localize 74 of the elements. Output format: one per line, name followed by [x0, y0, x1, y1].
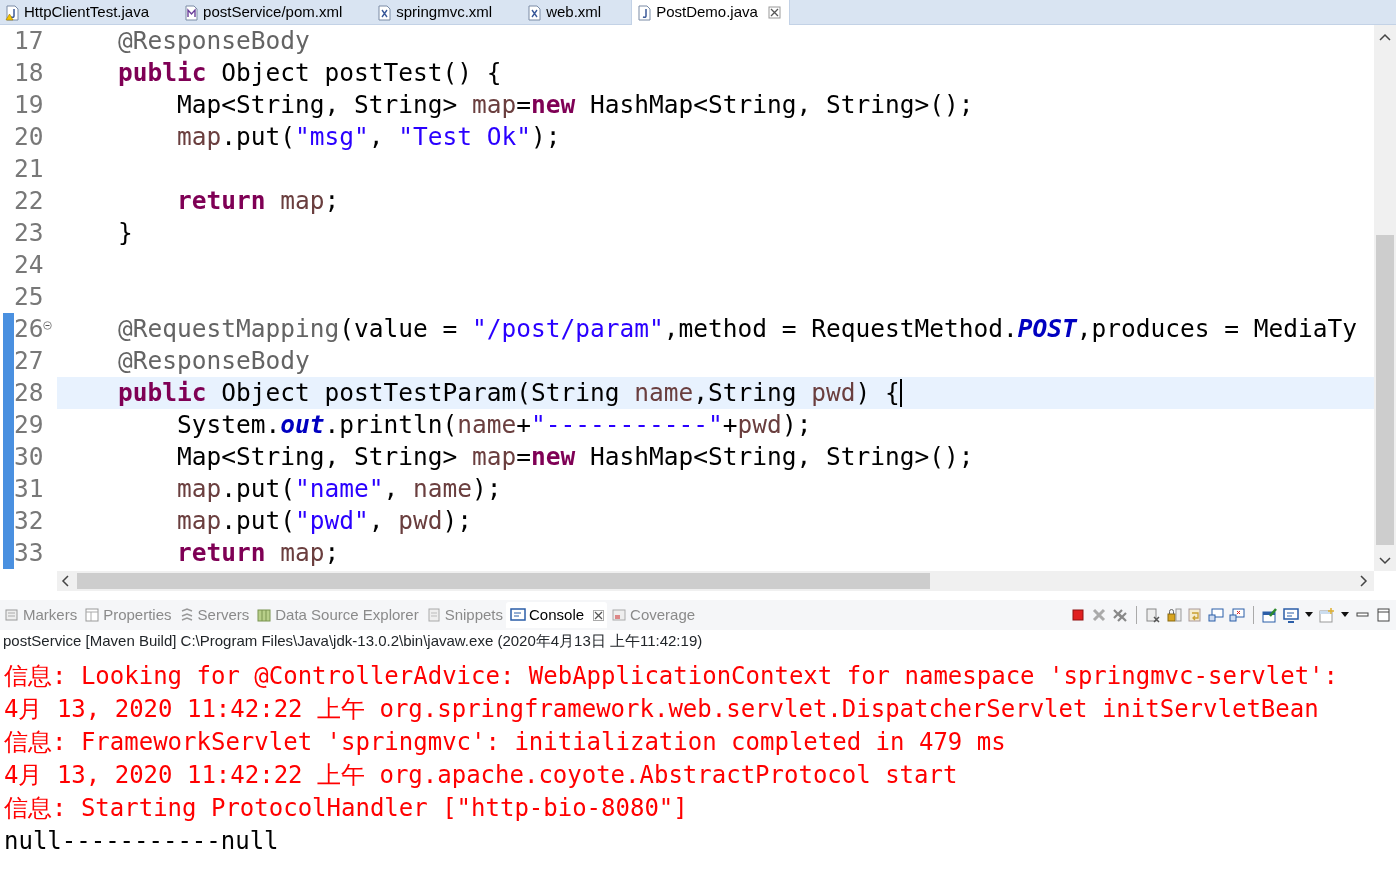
maximize-icon[interactable]: [1376, 607, 1392, 623]
line-number: 33: [14, 537, 44, 569]
scroll-up-icon[interactable]: [1379, 33, 1391, 41]
code-line: return map;: [176, 537, 340, 569]
scroll-down-icon[interactable]: [1379, 557, 1391, 565]
console-icon: [510, 607, 526, 623]
maven-file-icon: [184, 4, 200, 21]
remove-all-icon[interactable]: [1112, 607, 1128, 623]
terminate-icon[interactable]: [1070, 607, 1086, 623]
code-line: @RequestMapping(value = "/post/param",method = RequestMethod.POST,produces = MediaTy: [117, 313, 1358, 345]
console-line: 4月 13, 2020 11:42:22 上午 org.springframework.web.servlet.DispatcherServlet initServletBean: [4, 694, 1320, 725]
line-number: 17: [14, 25, 44, 57]
line-number: 22: [14, 185, 44, 217]
line-number: 18: [14, 57, 44, 89]
collapse-icon[interactable]: [43, 321, 52, 330]
scroll-left-icon[interactable]: [61, 575, 69, 587]
properties-icon: [84, 607, 101, 623]
console-line: 信息: Starting ProtocolHandler ["http-bio-8080"]: [4, 793, 689, 824]
console-line: 信息: FrameworkServlet 'springmvc': initialization completed in 479 ms: [4, 727, 1007, 758]
line-number: 29: [14, 409, 44, 441]
view-tab[interactable]: Console: [506, 602, 608, 628]
code-line: map.put("msg", "Test Ok");: [176, 121, 561, 153]
editor-tab[interactable]: web.xml: [522, 0, 632, 25]
line-number: 32: [14, 505, 44, 537]
code-line: Map<String, String> map=new HashMap<String, String>();: [176, 441, 974, 473]
console-line: 信息: Looking for @ControllerAdvice: WebApplicationContext for namespace 'springmvc-servlet':: [4, 661, 1339, 692]
editor-tab[interactable]: PostDemo.java: [631, 0, 790, 25]
code-line: }: [117, 217, 133, 249]
java-file-warning-icon: [5, 4, 20, 21]
text-cursor: [899, 379, 902, 407]
line-number: 25: [14, 281, 44, 313]
xml-file-icon: [527, 4, 543, 21]
coverage-icon: [611, 607, 628, 623]
code-line: return map;: [176, 185, 340, 217]
scroll-right-icon[interactable]: [1360, 575, 1368, 587]
code-line: Map<String, String> map=new HashMap<String, String>();: [176, 89, 974, 121]
line-number: 26: [14, 313, 44, 345]
code-line: map.put("pwd", pwd);: [176, 505, 473, 537]
java-file-icon: [637, 4, 653, 21]
markers-icon: [4, 607, 20, 623]
code-line: System.out.println(name+"-----------"+pwd);: [176, 409, 812, 441]
database-icon: [256, 607, 273, 623]
line-number: 27: [14, 345, 44, 377]
line-number: 31: [14, 473, 44, 505]
editor-tab[interactable]: HttpClientTest.java: [0, 0, 180, 25]
vertical-scrollbar[interactable]: [1374, 25, 1396, 571]
snippets-icon: [425, 607, 442, 623]
code-line: public Object postTest() {: [117, 57, 502, 89]
horizontal-scrollbar[interactable]: [57, 571, 1374, 591]
line-number: 20: [14, 121, 44, 153]
display-console-icon[interactable]: [1283, 607, 1299, 623]
line-number: 24: [14, 249, 44, 281]
close-icon[interactable]: [767, 6, 781, 19]
pin-icon[interactable]: [1262, 607, 1278, 623]
console-line: null-----------null: [4, 826, 280, 857]
code-line: map.put("name", name);: [176, 473, 502, 505]
xml-file-icon: [377, 4, 393, 21]
scroll-lock-icon[interactable]: [1166, 607, 1182, 623]
line-number: 30: [14, 441, 44, 473]
show-stdout-icon[interactable]: [1208, 607, 1224, 623]
code-line: public Object postTestParam(String name,String pwd) {: [117, 377, 900, 409]
line-number: 19: [14, 89, 44, 121]
editor-tab[interactable]: postService/pom.xml: [179, 0, 373, 25]
close-icon[interactable]: [593, 609, 605, 621]
clear-console-icon[interactable]: [1145, 607, 1161, 623]
code-line: @ResponseBody: [117, 345, 310, 377]
code-line: @ResponseBody: [117, 25, 310, 57]
line-number: 21: [14, 153, 44, 185]
show-stderr-icon[interactable]: [1229, 607, 1245, 623]
line-number: 23: [14, 217, 44, 249]
editor-tab[interactable]: springmvc.xml: [372, 0, 523, 25]
console-line: 4月 13, 2020 11:42:22 上午 org.apache.coyote.AbstractProtocol start: [4, 760, 959, 791]
console-header: postService [Maven Build] C:\Program Files\Java\jdk-13.0.2\bin\javaw.exe (2020年4月13日 上午11:42:19): [2, 631, 704, 651]
line-number: 28: [14, 377, 44, 409]
